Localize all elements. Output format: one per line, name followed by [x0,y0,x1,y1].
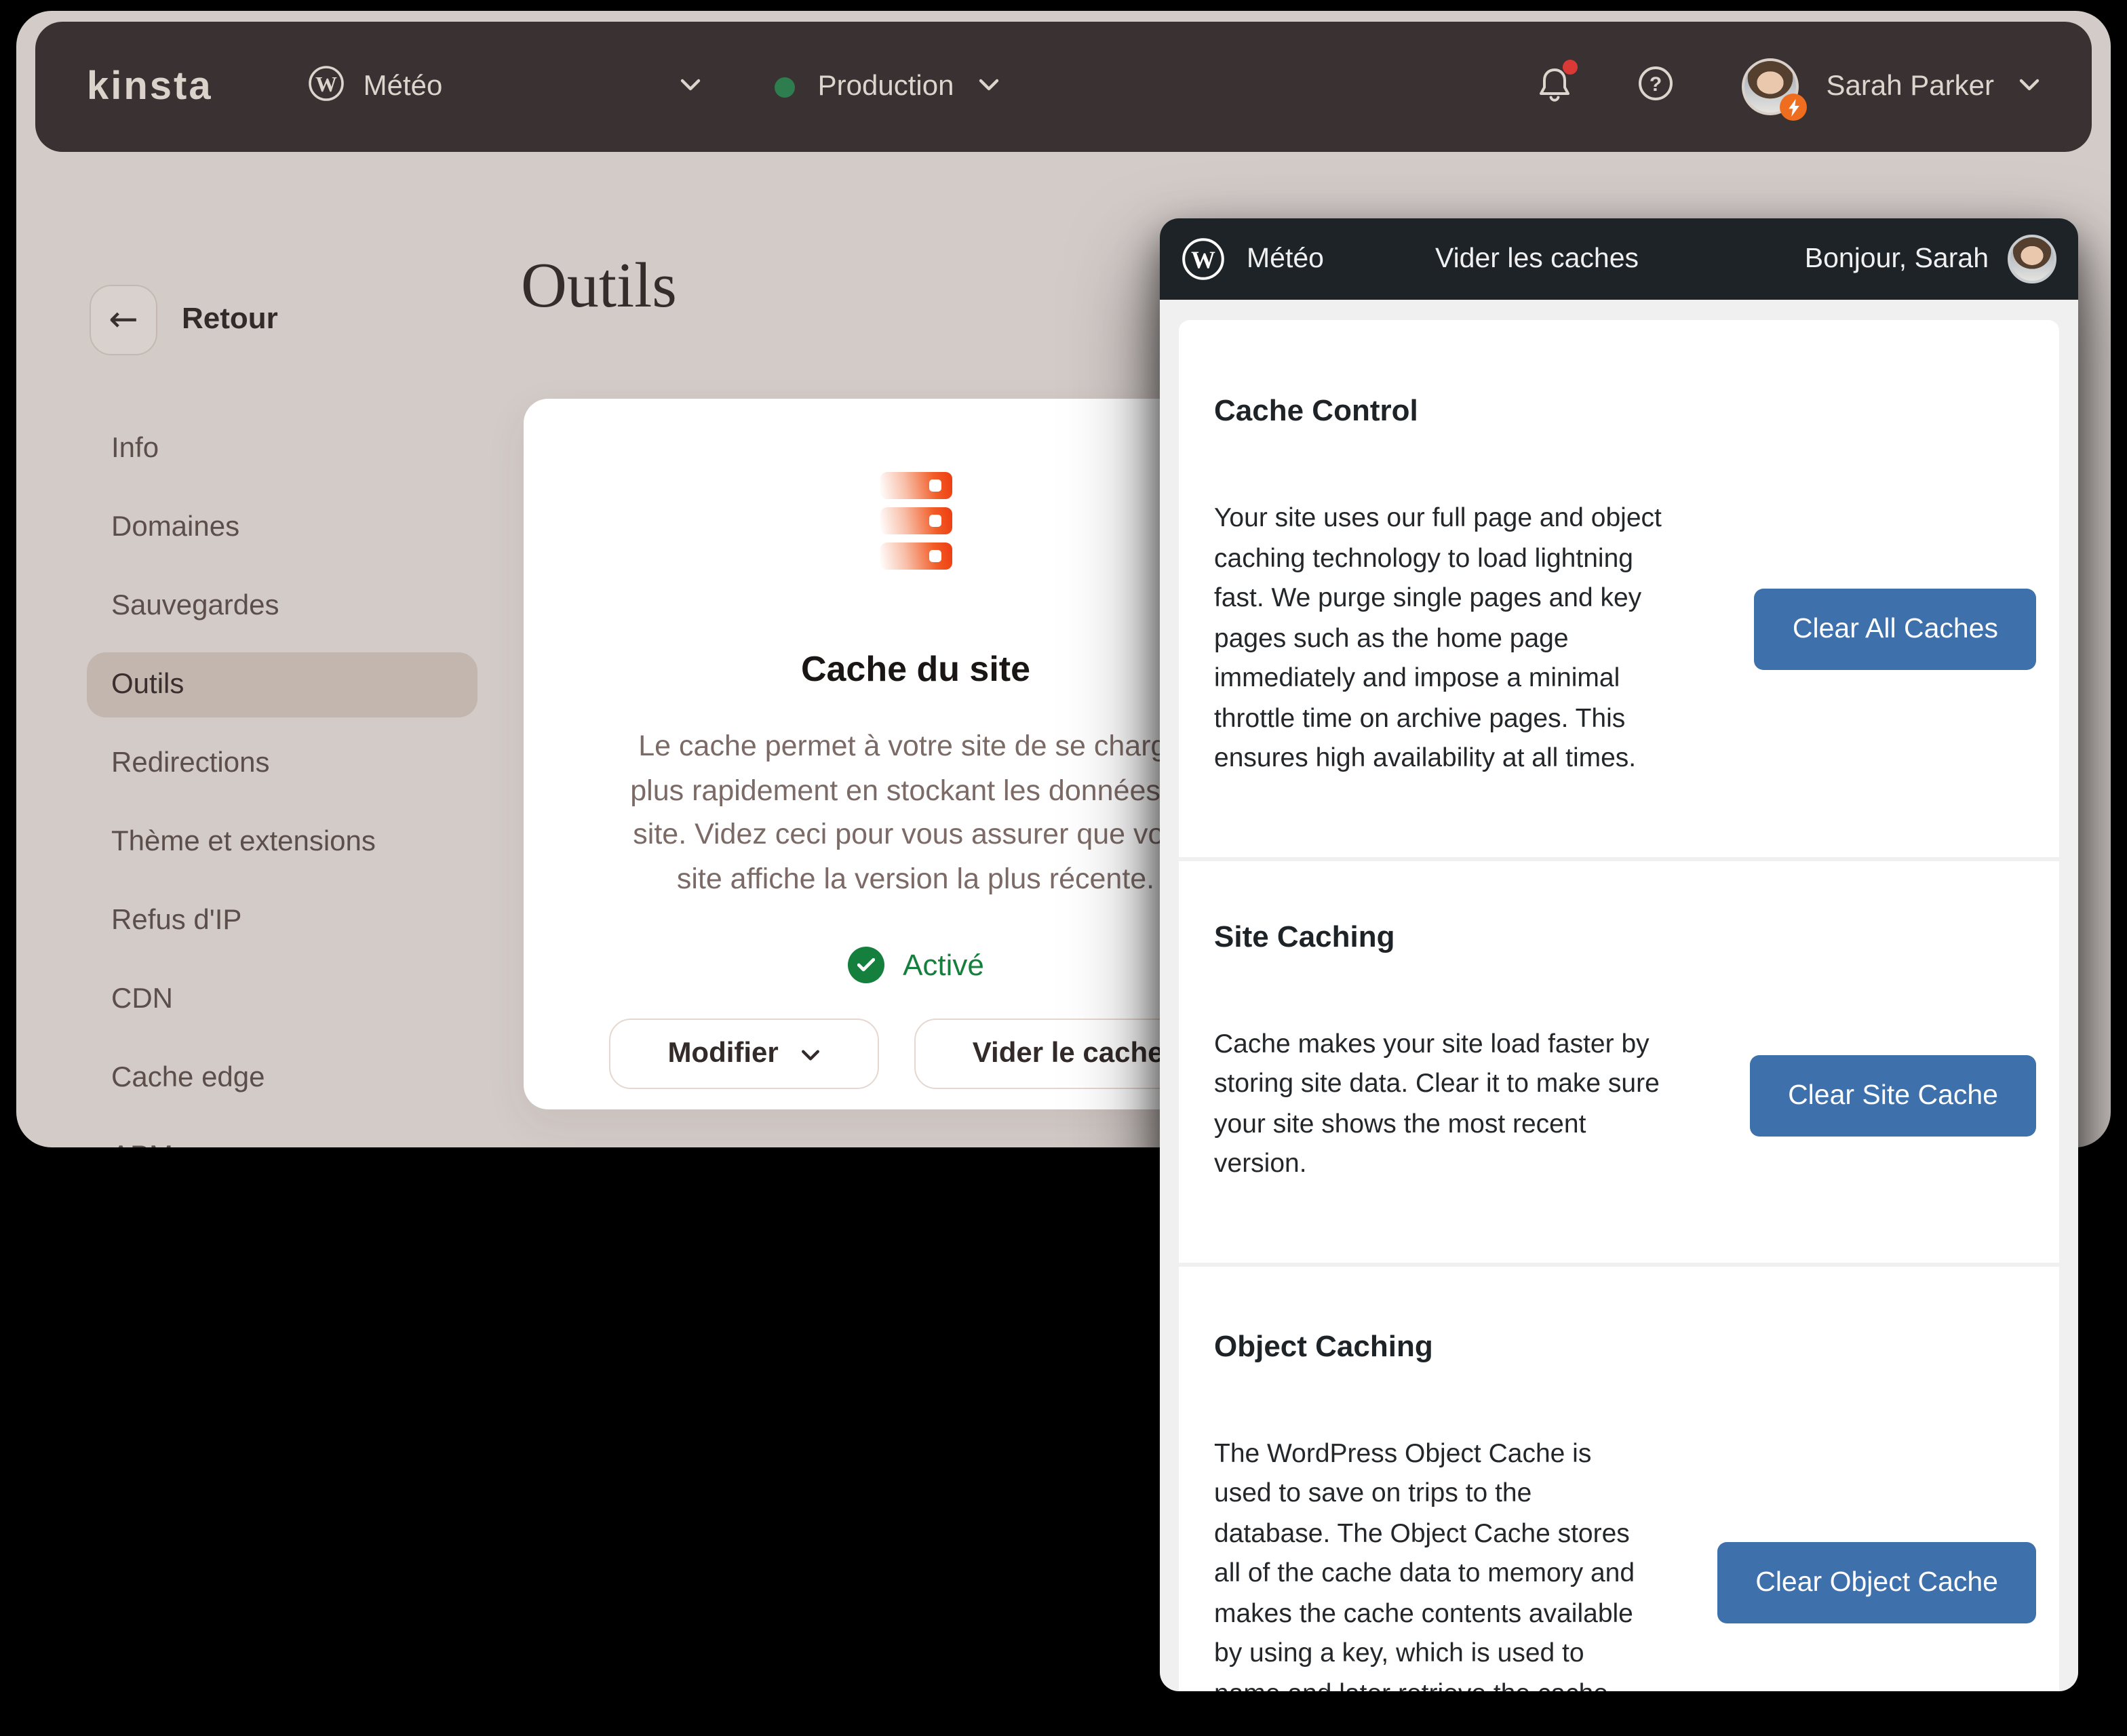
card-description-line: site. Videz ceci pour vous assurer que v… [630,812,1201,856]
kinsta-logo[interactable]: kinsta [87,64,213,109]
chevron-down-icon [2018,75,2040,99]
modify-button-label: Modifier [667,1038,778,1070]
clear-site-cache-button[interactable]: Clear Site Cache [1750,1054,2036,1136]
wordpress-admin-overlay: W Météo Vider les caches Bonjour, Sarah … [1160,218,2078,1691]
modify-button[interactable]: Modifier [609,1019,878,1089]
chevron-down-icon [680,75,701,99]
page-title: Outils [521,250,677,323]
section-heading: Object Caching [1214,1328,2024,1364]
server-stack-icon [880,472,952,570]
site-selector-label: Météo [364,71,443,103]
clear-cache-button-label: Vider le cache [973,1038,1164,1070]
sidebar-item-cache-edge[interactable]: Cache edge [87,1046,477,1111]
text-line: ensures high availability at all times. [1214,739,2024,779]
card-description-line: plus rapidement en stockant les données … [630,768,1201,812]
arrow-left-icon: ← [109,300,138,340]
back-button[interactable]: ← [90,285,157,355]
text-line: used to save on trips to the [1214,1474,2024,1514]
environment-status-dot [775,77,795,97]
wp-greeting[interactable]: Bonjour, Sarah [1805,243,1989,275]
text-line: The WordPress Object Cache is [1214,1434,2024,1474]
environment-label: Production [818,71,954,103]
wp-admin-bar: W Météo Vider les caches Bonjour, Sarah [1160,218,2078,300]
sidebar-item-cdn[interactable]: CDN [87,967,477,1032]
object-caching-section: Object Caching The WordPress Object Cach… [1179,1262,2059,1691]
text-line: throttle time on archive pages. This [1214,699,2024,739]
card-title: Cache du site [801,648,1030,690]
wp-admin-content: Cache Control Your site uses our full pa… [1179,320,2059,1691]
help-button[interactable]: ? [1638,65,1675,108]
sidebar-item-refus-ip[interactable]: Refus d'IP [87,888,477,953]
wordpress-icon: W [308,65,345,108]
sidebar-item-info[interactable]: Info [87,416,477,481]
avatar [1742,58,1799,115]
server-bar [880,542,952,570]
card-description-line: site affiche la version la plus récente. [630,856,1201,901]
sidebar-nav: Info Domaines Sauvegardes Outils Redirec… [87,416,477,1147]
user-name: Sarah Parker [1827,71,1994,103]
section-heading: Site Caching [1214,919,2024,954]
status-badge: Activé [847,947,984,983]
sidebar-item-outils[interactable]: Outils [87,652,477,717]
lightning-badge-icon [1780,94,1808,121]
site-caching-section: Site Caching Cache makes your site load … [1179,856,2059,1262]
svg-text:?: ? [1650,73,1662,96]
clear-object-cache-button[interactable]: Clear Object Cache [1717,1541,2036,1623]
status-label: Activé [903,947,984,983]
text-line: caching technology to load lightning [1214,539,2024,579]
environment-selector[interactable]: Production [775,71,1000,103]
check-circle-icon [847,947,884,983]
help-icon: ? [1638,65,1675,108]
svg-text:W: W [1191,246,1215,273]
sidebar-item-domaines[interactable]: Domaines [87,495,477,560]
sidebar-item-sauvegardes[interactable]: Sauvegardes [87,574,477,639]
card-description: Le cache permet à votre site de se charg… [630,724,1201,901]
wp-clear-caches-menu[interactable]: Vider les caches [1435,243,1639,275]
card-actions: Modifier Vider le cache [609,1019,1222,1089]
server-bar [880,472,952,499]
user-menu[interactable]: Sarah Parker [1742,58,2040,115]
text-line: name and later retrieve the cache [1214,1674,2024,1691]
server-bar [880,507,952,534]
navbar-right-group: ? Sarah Parker [1538,58,2040,115]
clear-all-caches-button[interactable]: Clear All Caches [1755,589,2036,670]
card-description-line: Le cache permet à votre site de se charg… [630,724,1201,768]
kinsta-top-navbar: kinsta W Météo Production [35,22,2092,152]
site-selector[interactable]: W Météo [308,65,701,108]
sidebar-item-apm[interactable]: APM [87,1124,477,1147]
sidebar-item-redirections[interactable]: Redirections [87,731,477,796]
wp-site-name[interactable]: Météo [1247,243,1324,275]
chevron-down-icon [800,1038,821,1070]
cache-control-section: Cache Control Your site uses our full pa… [1179,320,2059,856]
svg-text:W: W [315,72,337,96]
screenshot-root: kinsta W Météo Production [0,0,2127,1736]
notifications-button[interactable] [1538,64,1573,109]
wordpress-icon[interactable]: W [1182,237,1225,281]
back-label: Retour [182,301,278,336]
text-line: by using a key, which is used to [1214,1634,2024,1674]
section-heading: Cache Control [1214,393,2024,429]
text-line: version. [1214,1145,2024,1185]
wp-user-avatar[interactable] [2008,235,2056,283]
chevron-down-icon [978,75,1000,99]
text-line: Your site uses our full page and object [1214,499,2024,539]
notification-unread-dot [1563,59,1578,74]
sidebar-item-theme-extensions[interactable]: Thème et extensions [87,810,477,875]
